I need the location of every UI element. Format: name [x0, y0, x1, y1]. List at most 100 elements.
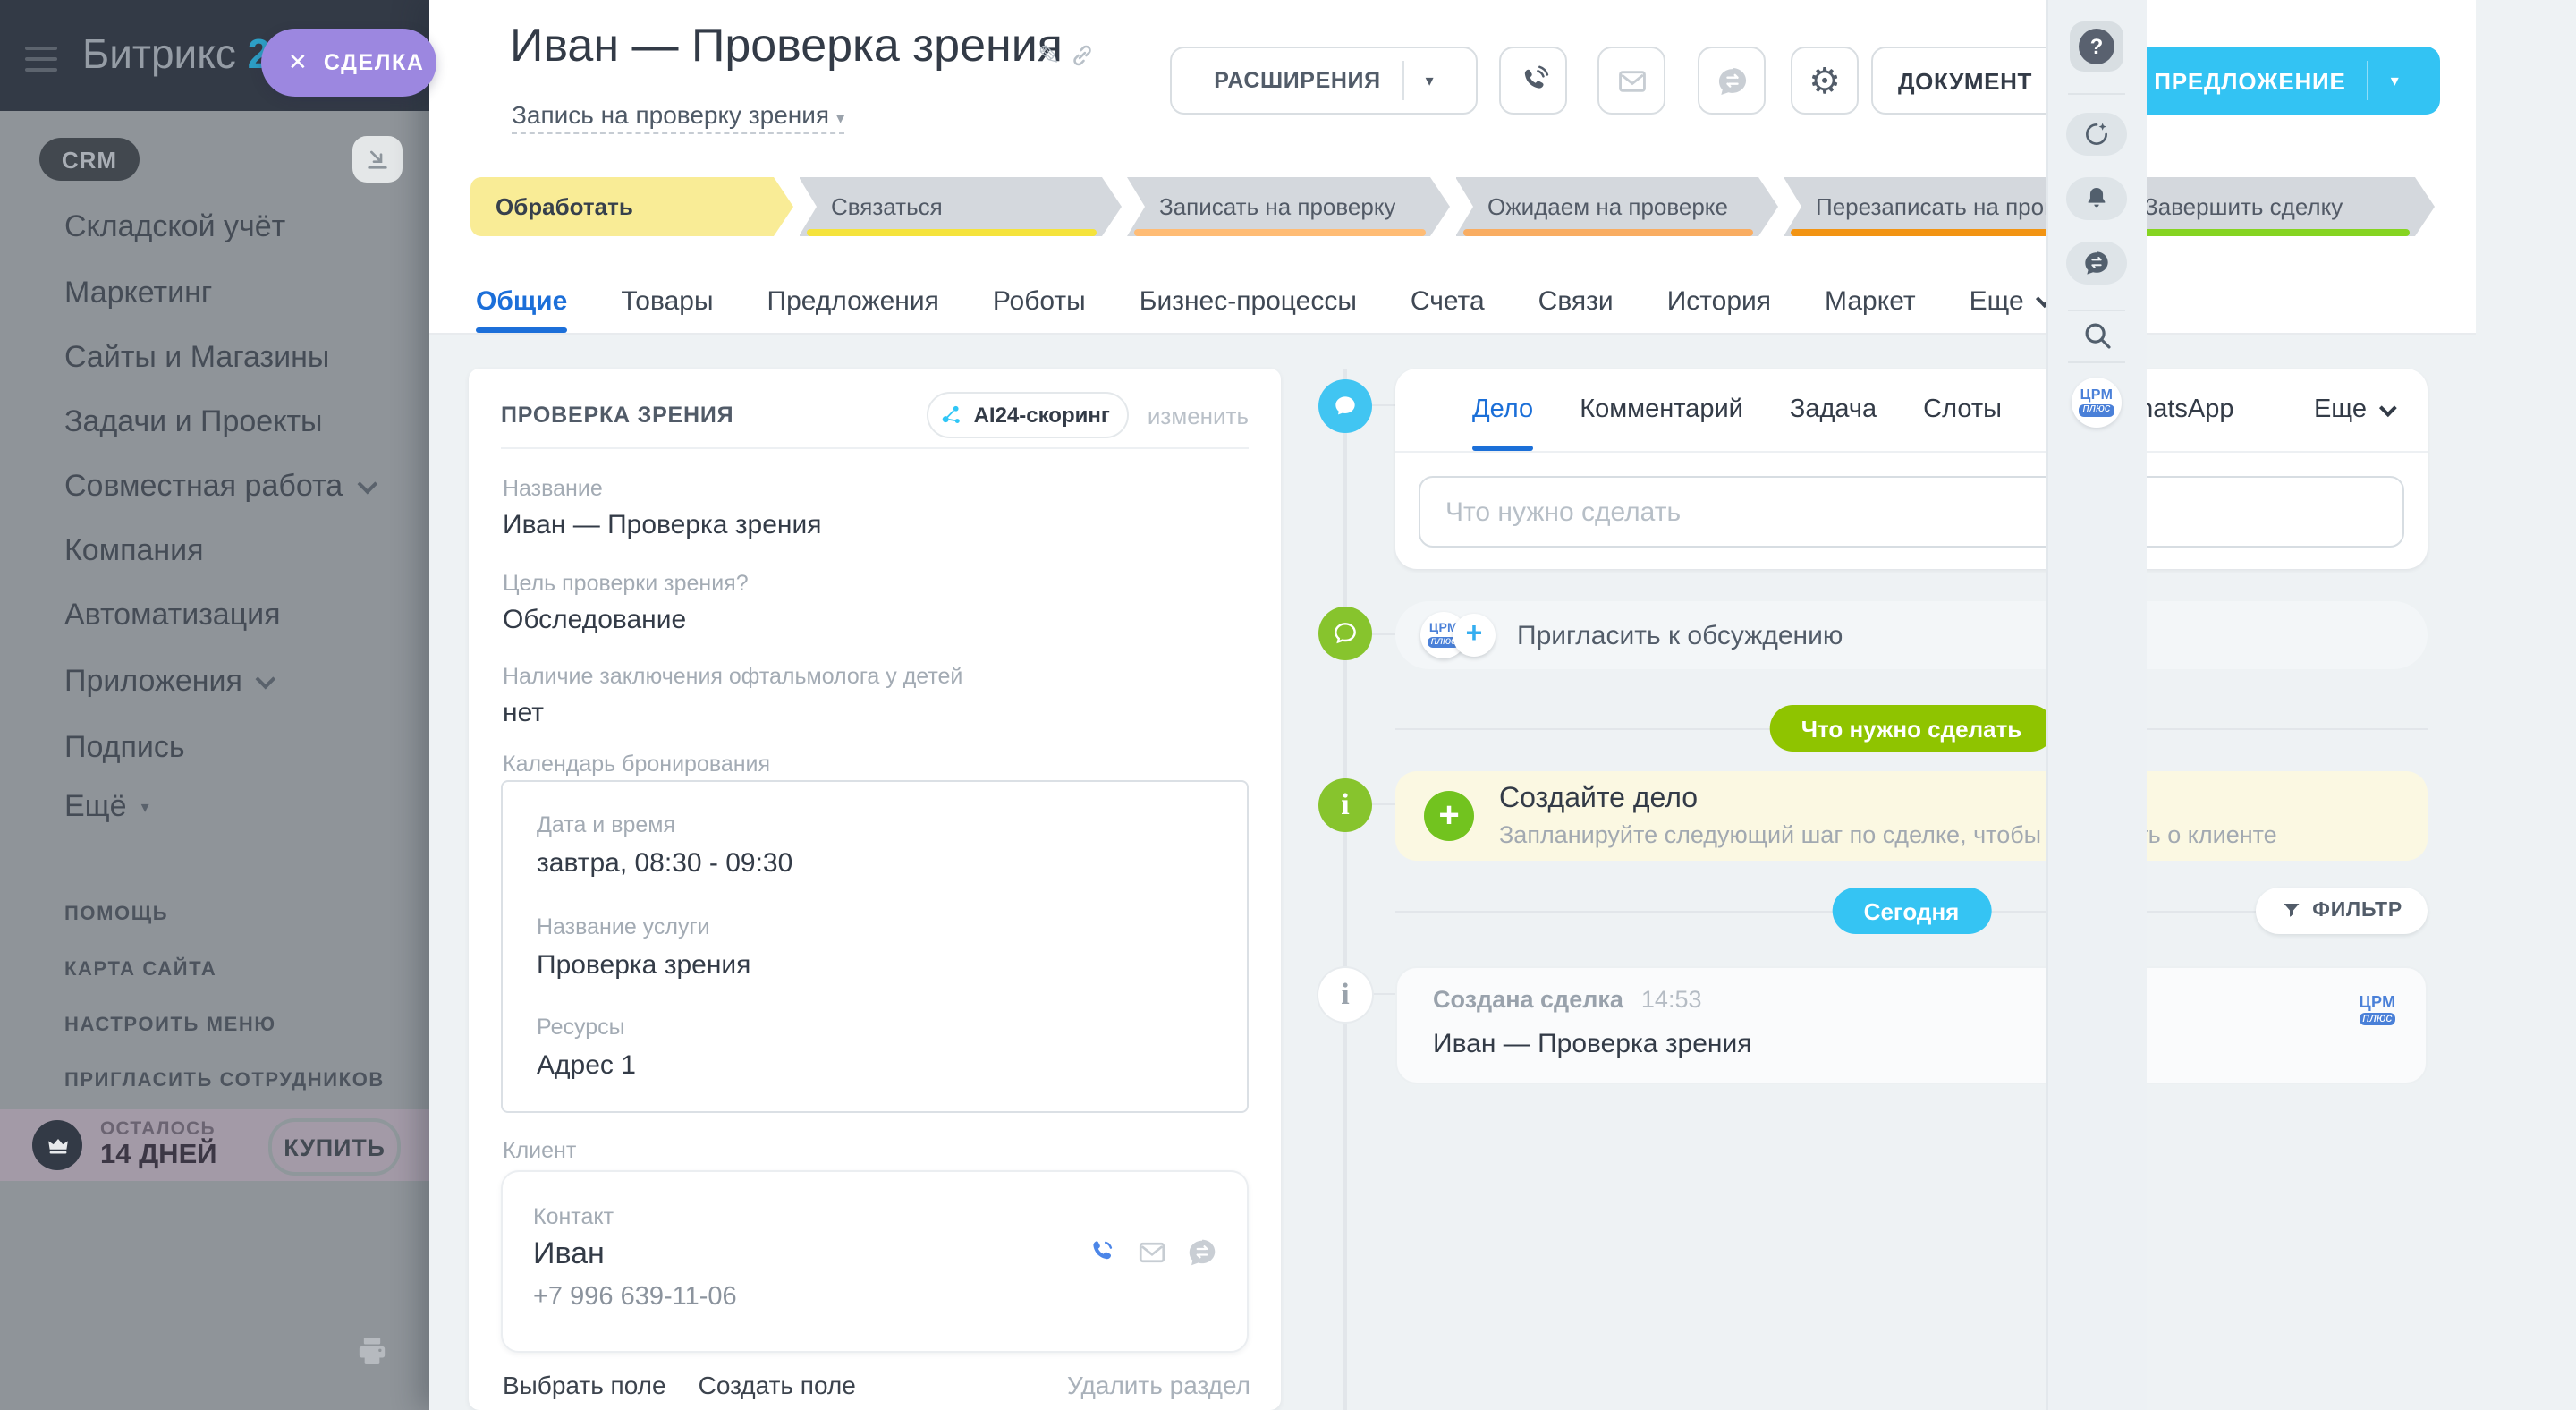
- stage-awaiting-checkup[interactable]: Ожидаем на проверке: [1455, 177, 1778, 236]
- sidebar-item-apps[interactable]: Приложения: [64, 664, 271, 700]
- tab-invoices[interactable]: Счета: [1411, 268, 1485, 333]
- crm-badge[interactable]: CRM: [39, 138, 140, 181]
- tab-market[interactable]: Маркет: [1825, 268, 1916, 333]
- tab-products[interactable]: Товары: [621, 268, 713, 333]
- sidebar-item-more[interactable]: Ещё▾: [64, 789, 149, 825]
- extensions-button[interactable]: РАСШИРЕНИЯ▾: [1170, 47, 1478, 115]
- tab-robots[interactable]: Роботы: [993, 268, 1086, 333]
- tab-links[interactable]: Связи: [1538, 268, 1614, 333]
- field-value-conclusion[interactable]: нет: [503, 698, 544, 728]
- chat-button[interactable]: [1698, 47, 1766, 115]
- add-activity-icon[interactable]: +: [1424, 791, 1474, 841]
- bitrix24-deal-page: Битрикс 24 CRM Складской учёт Маркетинг …: [0, 0, 2576, 1410]
- stage-contact[interactable]: Связаться: [799, 177, 1122, 236]
- entry-time: 14:53: [1641, 986, 1702, 1013]
- sidebar-item-company[interactable]: Компания: [64, 533, 204, 569]
- phone-icon[interactable]: [1086, 1236, 1118, 1269]
- todo-input[interactable]: [1419, 476, 2404, 548]
- proposal-button[interactable]: ПРЕДЛОЖЕНИЕ▾: [2113, 47, 2440, 115]
- contact-phone[interactable]: +7 996 639-11-06: [533, 1283, 737, 1312]
- chat-exchange-icon: [1715, 64, 1749, 98]
- close-icon[interactable]: ✕: [288, 48, 308, 77]
- copilot-icon: [2082, 120, 2111, 149]
- field-label: Цель проверки зрения?: [503, 571, 749, 596]
- sidebar-item-inventory[interactable]: Складской учёт: [64, 209, 285, 245]
- add-participant-icon[interactable]: +: [1453, 614, 1496, 657]
- deal-badge-label: СДЕЛКА: [324, 50, 425, 75]
- printer-icon[interactable]: [354, 1333, 390, 1378]
- timeline-entry-deal-created[interactable]: Создана сделка 14:53 Иван — Проверка зре…: [1395, 966, 2428, 1084]
- tab-workflows[interactable]: Бизнес-процессы: [1140, 268, 1357, 333]
- sidebar-item-marketing[interactable]: Маркетинг: [64, 276, 212, 311]
- activity-tab-more[interactable]: Еще: [2314, 369, 2392, 451]
- call-button[interactable]: [1499, 47, 1567, 115]
- booking-datetime[interactable]: завтра, 08:30 - 09:30: [537, 848, 792, 879]
- deal-details-panel: ПРОВЕРКА ЗРЕНИЯ AI24-скоринг изменить На…: [469, 369, 1281, 1410]
- filter-button[interactable]: ФИЛЬТР: [2255, 888, 2428, 934]
- funnel-icon: [2280, 900, 2301, 922]
- todo-pill[interactable]: Что нужно сделать: [1769, 705, 2055, 752]
- messenger-button[interactable]: [2066, 242, 2127, 285]
- timeline-line: [1343, 369, 1347, 1410]
- activity-tab-task[interactable]: Задача: [1790, 369, 1877, 451]
- edit-section-link[interactable]: изменить: [1148, 402, 1249, 429]
- entry-text[interactable]: Иван — Проверка зрения: [1433, 1029, 1752, 1059]
- sidebar-item-tasks[interactable]: Задачи и Проекты: [64, 404, 322, 440]
- create-activity-hint-card[interactable]: + Создайте дело Запланируйте следующий ш…: [1395, 771, 2428, 861]
- caret-down-icon: ▾: [141, 797, 149, 817]
- tab-general[interactable]: Общие: [476, 268, 567, 333]
- sidebar-item-automation[interactable]: Автоматизация: [64, 598, 281, 633]
- today-pill[interactable]: Сегодня: [1832, 888, 1992, 934]
- stage-process[interactable]: Обработать: [470, 177, 793, 236]
- booking-label: Дата и время: [537, 812, 675, 837]
- help-button[interactable]: ?: [2070, 21, 2123, 72]
- sidebar-link-configure-menu[interactable]: НАСТРОИТЬ МЕНЮ: [64, 1015, 276, 1040]
- create-field-link[interactable]: Создать поле: [699, 1371, 856, 1399]
- select-field-link[interactable]: Выбрать поле: [503, 1371, 666, 1399]
- field-value-name[interactable]: Иван — Проверка зрения: [503, 510, 822, 540]
- deal-header-area: Иван — Проверка зрения ✎ Запись на прове…: [429, 0, 2476, 335]
- tab-history[interactable]: История: [1667, 268, 1771, 333]
- edit-pencil-icon[interactable]: ✎: [1038, 39, 1060, 72]
- trial-banner: ОСТАЛОСЬ 14 ДНЕЙ КУПИТЬ: [0, 1109, 429, 1181]
- email-button[interactable]: [1597, 47, 1665, 115]
- copy-link-icon[interactable]: [1070, 43, 1095, 77]
- search-icon: [2080, 318, 2114, 352]
- crm-plus-rail-logo[interactable]: ЦРМплюс: [2072, 378, 2122, 428]
- sidebar-link-help[interactable]: ПОМОЩЬ: [64, 904, 168, 929]
- mail-icon[interactable]: [1136, 1236, 1168, 1269]
- buy-button[interactable]: КУПИТЬ: [268, 1118, 401, 1176]
- deal-funnel-selector[interactable]: Запись на проверку зрения▾: [512, 100, 844, 134]
- chat-exchange-icon[interactable]: [1186, 1236, 1218, 1269]
- ai-scoring-badge[interactable]: AI24-скоринг: [928, 392, 1130, 438]
- booking-service[interactable]: Проверка зрения: [537, 950, 750, 981]
- activity-tab-slots[interactable]: Слоты: [1923, 369, 2002, 451]
- copilot-button[interactable]: [2066, 113, 2127, 156]
- delete-section-link[interactable]: Удалить раздел: [1067, 1371, 1250, 1399]
- deal-tab-bar: Общие Товары Предложения Роботы Бизнес-п…: [476, 268, 2049, 333]
- sidebar-item-sites[interactable]: Сайты и Магазины: [64, 340, 329, 376]
- hint-title: Создайте дело: [1499, 784, 1698, 816]
- sidebar-link-invite-employees[interactable]: ПРИГЛАСИТЬ СОТРУДНИКОВ: [64, 1070, 385, 1095]
- hamburger-menu-icon[interactable]: [25, 47, 57, 72]
- tab-quotes[interactable]: Предложения: [767, 268, 939, 333]
- bell-icon: [2082, 184, 2111, 213]
- invite-to-discussion[interactable]: ЦРМплюс + Пригласить к обсуждению: [1395, 601, 2428, 669]
- stage-book-checkup[interactable]: Записать на проверку: [1127, 177, 1450, 236]
- activity-tab-todo[interactable]: Дело: [1472, 369, 1533, 451]
- activity-tab-comment[interactable]: Комментарий: [1580, 369, 1743, 451]
- booking-resource[interactable]: Адрес 1: [537, 1050, 636, 1081]
- field-label: Название: [503, 476, 603, 501]
- search-button[interactable]: [2070, 317, 2123, 352]
- notifications-button[interactable]: [2066, 177, 2127, 220]
- field-value-goal[interactable]: Обследование: [503, 605, 686, 635]
- contact-name[interactable]: Иван: [533, 1236, 605, 1272]
- collapse-sidebar-button[interactable]: [352, 136, 402, 183]
- gear-icon: ⚙: [1809, 58, 1841, 103]
- sidebar-link-sitemap[interactable]: КАРТА САЙТА: [64, 959, 216, 984]
- sidebar-item-sign[interactable]: Подпись: [64, 730, 185, 766]
- tab-more[interactable]: Еще: [1970, 268, 2049, 333]
- settings-button[interactable]: ⚙: [1791, 47, 1859, 115]
- stage-close-deal[interactable]: Завершить сделку: [2112, 177, 2435, 236]
- sidebar-item-collaboration[interactable]: Совместная работа: [64, 469, 371, 505]
